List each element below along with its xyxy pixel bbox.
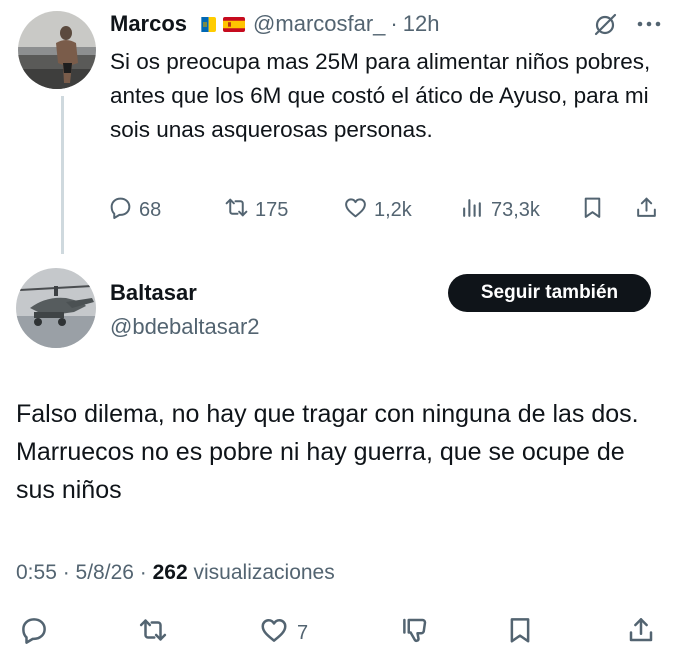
tweet-text: Si os preocupa mas 25M para alimentar ni… <box>110 49 651 142</box>
author-name[interactable]: Baltasar <box>110 280 197 306</box>
follow-button[interactable]: Seguir también <box>448 274 651 312</box>
share-icon <box>634 195 659 226</box>
tweet1-header: Marcos @marcosfar_ · 12h <box>110 7 439 41</box>
reply-button[interactable]: 68 <box>108 192 161 228</box>
bookmark-icon <box>505 615 535 651</box>
avatar-marcos[interactable] <box>18 11 96 89</box>
meta-separator: · <box>62 561 76 584</box>
tweet-date[interactable]: 5/8/26 <box>76 561 134 584</box>
spain-flag-icon <box>223 16 246 32</box>
avatar-photo-beach <box>18 11 96 89</box>
repost-icon <box>224 195 249 226</box>
views-count: 73,3k <box>491 198 540 221</box>
dislike-button[interactable] <box>400 613 430 653</box>
bookmark-icon <box>580 195 605 226</box>
tweet-time[interactable]: 0:55 <box>16 561 57 584</box>
repost-count: 175 <box>255 198 289 221</box>
reply-count: 68 <box>139 198 162 221</box>
tweet-text: Falso dilema, no hay que tragar con ning… <box>16 400 639 504</box>
like-button[interactable]: 1,2k <box>343 192 412 228</box>
bookmark-button[interactable] <box>505 613 535 653</box>
tweet2-action-bar: 7 <box>0 613 680 653</box>
share-icon <box>626 615 656 651</box>
tweet-time[interactable]: 12h <box>403 11 440 37</box>
like-icon <box>343 195 368 226</box>
like-button[interactable]: 7 <box>259 613 308 653</box>
reply-icon <box>108 195 133 226</box>
share-button[interactable] <box>626 613 656 653</box>
share-button[interactable] <box>634 192 659 228</box>
like-count: 7 <box>297 621 309 644</box>
tweet-meta: 0:55 · 5/8/26 · 262 visualizaciones <box>16 561 335 585</box>
author-handle[interactable]: @marcosfar_ <box>253 11 385 37</box>
canary-islands-flag-icon <box>194 16 217 32</box>
author-handle[interactable]: @bdebaltasar2 <box>110 314 260 340</box>
reply-icon <box>19 615 49 651</box>
avatar-photo-helicopter <box>16 268 96 348</box>
bookmark-button[interactable] <box>580 192 605 228</box>
more-icon[interactable] <box>634 11 664 37</box>
repost-button[interactable] <box>138 613 168 653</box>
views-button[interactable]: 73,3k <box>460 192 540 228</box>
views-icon <box>460 195 485 226</box>
author-name[interactable]: Marcos <box>110 11 187 37</box>
tweet1-action-bar: 68 175 1,2k 73,3k <box>108 192 668 228</box>
meta-separator: · <box>139 561 153 584</box>
views-label: visualizaciones <box>193 561 335 584</box>
dislike-icon <box>400 615 430 651</box>
repost-button[interactable]: 175 <box>224 192 288 228</box>
thread-connector-line <box>61 96 64 254</box>
header-separator: · <box>390 11 398 36</box>
avatar-baltasar[interactable] <box>16 268 96 348</box>
grok-icon[interactable] <box>592 11 618 37</box>
repost-icon <box>138 615 168 651</box>
like-count: 1,2k <box>374 198 412 221</box>
like-icon <box>259 615 289 651</box>
views-count[interactable]: 262 <box>153 561 188 584</box>
reply-button[interactable] <box>19 613 49 653</box>
